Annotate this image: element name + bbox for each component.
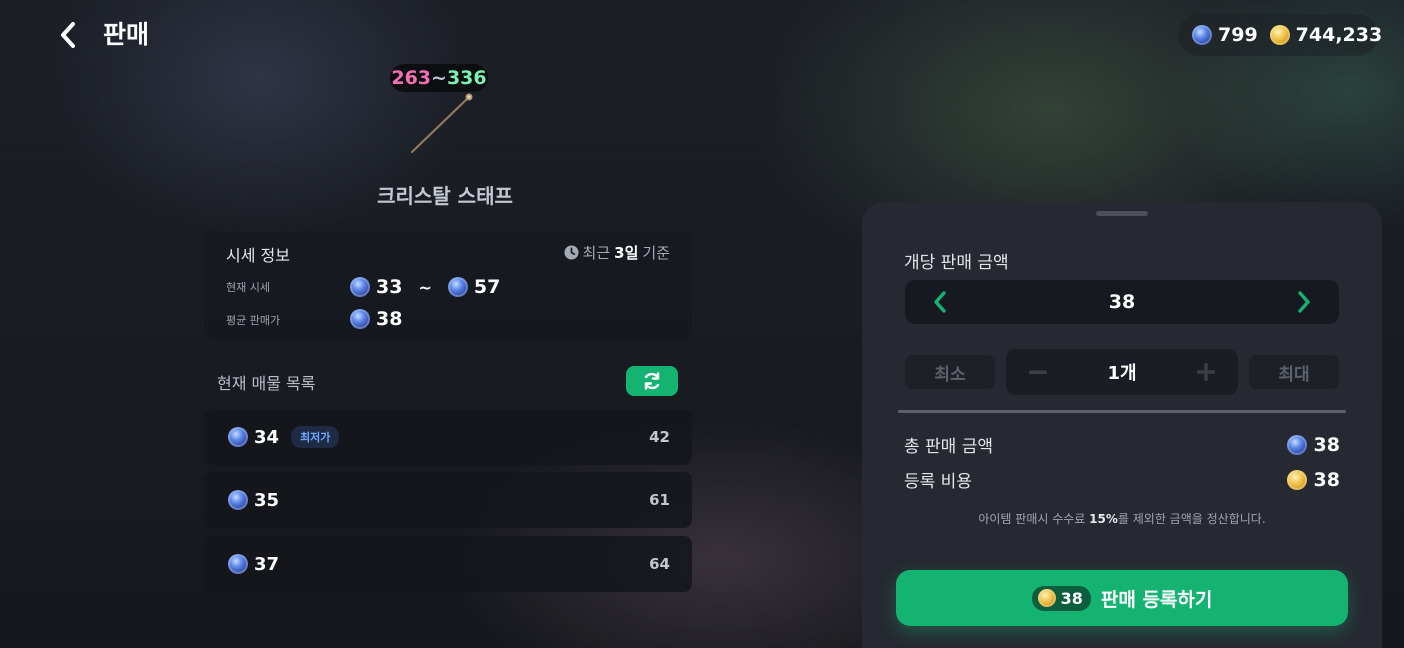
range-separator: ~ <box>418 277 432 297</box>
max-quantity-button[interactable]: 최대 <box>1249 355 1339 389</box>
price-info-title: 시세 정보 <box>226 246 290 265</box>
page-title: 판매 <box>103 20 150 49</box>
crystal-coin-icon <box>350 309 370 329</box>
min-quantity-button[interactable]: 최소 <box>905 355 995 389</box>
avg-price-label: 평균 판매가 <box>226 314 281 327</box>
total-price: 38 <box>1286 433 1340 456</box>
listing-price: 35 <box>228 490 279 511</box>
listing-row[interactable]: 34 최저가 42 <box>204 409 692 465</box>
basis-days: 3일 <box>614 244 639 262</box>
listing-title: 현재 매물 목록 <box>217 374 316 393</box>
item-name: 크리스탈 스태프 <box>377 184 513 208</box>
drag-handle[interactable] <box>1096 211 1148 216</box>
basis-prefix: 최근 <box>582 244 611 262</box>
note-percent: 15% <box>1089 512 1118 526</box>
staff-icon <box>410 93 473 154</box>
chevron-left-icon <box>61 22 75 48</box>
avg-price-value: 38 <box>376 308 403 330</box>
crystal-amount: 799 <box>1218 24 1258 46</box>
registration-fee-row: 등록 비용 38 <box>904 467 1340 493</box>
listing-price-value: 37 <box>254 553 280 575</box>
listing-price-value: 35 <box>254 489 280 511</box>
price-info-panel: 시세 정보 최근 3일 기준 현재 시세 33 ~ 57 평균 판매가 38 <box>204 232 692 340</box>
increase-quantity-button[interactable] <box>1194 360 1218 384</box>
listing-quantity: 42 <box>649 428 670 446</box>
crystal-coin-icon <box>350 277 370 297</box>
minus-icon <box>1029 370 1047 374</box>
level-range-badge: 263 ~ 336 <box>390 64 488 92</box>
register-cost-value: 38 <box>1060 588 1083 608</box>
plus-icon <box>1197 363 1215 381</box>
refresh-button[interactable] <box>626 366 678 396</box>
decrease-price-button[interactable] <box>925 287 955 317</box>
unit-price-label: 개당 판매 금액 <box>904 253 1009 273</box>
crystal-coin-icon <box>447 277 468 297</box>
clock-icon <box>564 245 579 260</box>
listing-price-value: 34 <box>254 426 280 448</box>
unit-price-value: 38 <box>1108 291 1136 313</box>
current-price-range: 33 ~ 57 <box>350 276 500 298</box>
increase-price-button[interactable] <box>1289 287 1319 317</box>
listing-row[interactable]: 37 64 <box>204 536 692 592</box>
listing-quantity: 64 <box>649 555 670 573</box>
crystal-coin-icon <box>228 490 248 510</box>
total-price-value: 38 <box>1313 433 1340 456</box>
unit-price-selector: 38 <box>905 280 1339 324</box>
chevron-right-icon <box>1298 291 1310 313</box>
crystal-coin-icon <box>228 554 248 574</box>
note-prefix: 아이템 판매시 수수료 <box>978 512 1090 526</box>
sell-panel: 개당 판매 금액 38 최소 1개 최대 총 판매 금액 38 등록 비용 38… <box>862 202 1382 648</box>
register-cost: 38 <box>1031 585 1091 611</box>
level-min: 263 <box>391 67 432 89</box>
gold-coin-icon <box>1269 25 1290 45</box>
registration-fee-label: 등록 비용 <box>904 472 972 492</box>
listing-price: 37 <box>228 554 279 575</box>
total-price-label: 총 판매 금액 <box>904 437 994 457</box>
crystal-coin-icon <box>1286 434 1307 455</box>
level-separator: ~ <box>431 67 447 89</box>
note-suffix: 를 제외한 금액을 정산합니다. <box>1117 512 1266 526</box>
chevron-left-icon <box>934 291 946 313</box>
total-price-row: 총 판매 금액 38 <box>904 432 1340 458</box>
gold-coin-icon <box>1286 469 1307 490</box>
currency-bar: 799 744,233 <box>1178 14 1382 56</box>
registration-fee: 38 <box>1286 468 1340 491</box>
register-sale-label: 판매 등록하기 <box>1100 588 1213 611</box>
lowest-price-badge: 최저가 <box>291 426 340 448</box>
crystal-coin-icon <box>228 427 248 447</box>
listing-price: 34 <box>228 427 279 448</box>
current-price-min: 33 <box>376 276 403 298</box>
commission-note: 아이템 판매시 수수료 15%를 제외한 금액을 정산합니다. <box>862 510 1382 527</box>
listing-quantity: 61 <box>649 491 670 509</box>
gold-coin-icon <box>1037 589 1056 607</box>
registration-fee-value: 38 <box>1313 468 1340 491</box>
basis-suffix: 기준 <box>642 244 670 262</box>
divider <box>898 410 1346 413</box>
listing-row[interactable]: 35 61 <box>204 472 692 528</box>
back-button[interactable] <box>52 18 84 52</box>
quantity-stepper: 1개 <box>1006 349 1238 395</box>
level-max: 336 <box>446 67 487 89</box>
quantity-value: 1개 <box>1107 363 1137 384</box>
current-price-max: 57 <box>473 276 501 298</box>
crystal-coin-icon <box>1192 25 1212 45</box>
register-sale-button[interactable]: 38 판매 등록하기 <box>896 570 1348 626</box>
current-price-label: 현재 시세 <box>226 281 270 294</box>
gold-amount: 744,233 <box>1295 24 1383 46</box>
refresh-icon <box>644 372 660 390</box>
decrease-quantity-button[interactable] <box>1026 360 1050 384</box>
avg-price: 38 <box>350 308 402 330</box>
price-basis: 최근 3일 기준 <box>564 242 670 263</box>
